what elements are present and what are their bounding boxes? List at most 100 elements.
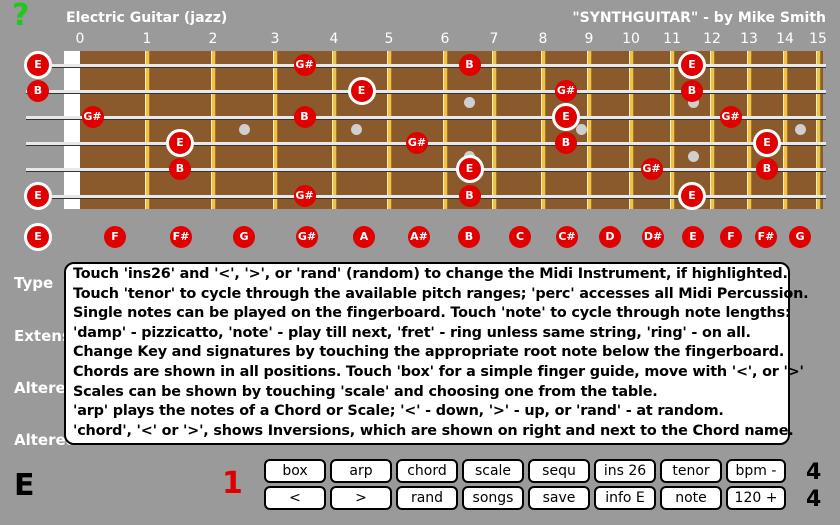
button-songs[interactable]: songs	[462, 486, 524, 510]
fret-wire	[710, 51, 715, 209]
fret-wire	[541, 51, 546, 209]
fret-wire	[629, 51, 634, 209]
note-marker[interactable]: E	[678, 51, 706, 79]
fret-number: 10	[622, 31, 640, 47]
button-chord[interactable]: chord	[396, 459, 458, 483]
note-marker[interactable]: G#	[555, 80, 577, 102]
fret-inlay	[238, 123, 250, 135]
current-key: E	[14, 468, 35, 503]
fret-number: 7	[489, 31, 499, 47]
prev-button[interactable]: <	[264, 486, 326, 510]
fret-number: 12	[703, 31, 721, 47]
note-marker[interactable]: E	[24, 182, 52, 210]
note-marker[interactable]: G#	[719, 106, 742, 128]
button-tenor[interactable]: tenor	[660, 459, 722, 483]
note-marker[interactable]: E	[552, 103, 580, 131]
note-marker[interactable]: E	[166, 129, 194, 157]
nut	[64, 51, 80, 209]
note-marker[interactable]: B	[555, 132, 577, 154]
button-arp[interactable]: arp	[330, 459, 392, 483]
key-button[interactable]: E	[24, 223, 52, 251]
note-marker[interactable]: E	[24, 51, 52, 79]
button-save[interactable]: save	[528, 486, 590, 510]
side-label: Type	[14, 274, 54, 292]
key-button[interactable]: F#	[755, 226, 777, 248]
note-marker[interactable]: B	[458, 185, 481, 207]
fret-wire	[273, 51, 278, 209]
key-button[interactable]: F#	[170, 226, 192, 248]
fret-inlay	[794, 123, 806, 135]
note-marker[interactable]: B	[458, 54, 481, 76]
fret-inlay	[350, 123, 362, 135]
note-marker[interactable]: B	[293, 106, 316, 128]
fret-inlay	[463, 96, 475, 108]
note-marker[interactable]: G#	[293, 185, 316, 207]
info-line: Touch 'tenor' to cycle through the avail…	[73, 285, 809, 302]
time-signature-bottom: 4	[806, 487, 822, 512]
note-marker[interactable]: B	[27, 80, 49, 102]
fret-wire	[816, 51, 821, 209]
key-button[interactable]: G#	[296, 226, 318, 248]
button-info-e[interactable]: info E	[594, 486, 656, 510]
note-marker[interactable]: E	[678, 182, 706, 210]
time-signature-top: 4	[806, 460, 822, 485]
button-box[interactable]: box	[264, 459, 326, 483]
note-marker[interactable]: E	[347, 77, 376, 105]
info-line: 'damp' - pizzicatto, 'note' - play till …	[73, 324, 751, 341]
guitar-string[interactable]	[26, 63, 826, 67]
fret-wire	[492, 51, 497, 209]
chord-position-number: 1	[222, 466, 243, 501]
fret-wire	[443, 51, 448, 209]
note-marker[interactable]: G#	[406, 132, 428, 154]
key-button[interactable]: C	[509, 226, 531, 248]
key-button[interactable]: D#	[642, 226, 664, 248]
button-bpm[interactable]: bpm -	[726, 459, 786, 483]
key-button[interactable]: E	[682, 226, 704, 248]
button-rand[interactable]: rand	[396, 486, 458, 510]
fret-wire	[145, 51, 150, 209]
guitar-string[interactable]	[26, 89, 826, 93]
button-120[interactable]: 120 +	[726, 486, 786, 510]
button-scale[interactable]: scale	[462, 459, 524, 483]
fret-inlay	[687, 150, 699, 162]
info-line: 'arp' plays the notes of a Chord or Scal…	[73, 403, 724, 420]
fret-wire	[783, 51, 788, 209]
key-button[interactable]: B	[458, 226, 480, 248]
note-marker[interactable]: B	[169, 158, 191, 180]
fret-wire	[387, 51, 392, 209]
button-note[interactable]: note	[660, 486, 722, 510]
key-button[interactable]: G	[789, 226, 811, 248]
note-marker[interactable]: G#	[293, 54, 316, 76]
fret-wire	[332, 51, 337, 209]
fret-wire	[747, 51, 752, 209]
key-button[interactable]: F	[720, 226, 742, 248]
note-marker[interactable]: E	[753, 129, 781, 157]
fret-number: 9	[584, 31, 594, 47]
guitar-string[interactable]	[26, 194, 826, 198]
guitar-string[interactable]	[26, 115, 826, 119]
info-line: 'chord', '<' or '>', shows Inversions, w…	[73, 422, 794, 439]
key-button[interactable]: D	[599, 226, 621, 248]
key-button[interactable]: A	[353, 226, 375, 248]
note-marker[interactable]: E	[455, 155, 484, 183]
info-line: Touch 'ins26' and '<', '>', or 'rand' (r…	[73, 266, 788, 282]
fret-number: 14	[776, 31, 794, 47]
key-button[interactable]: F	[104, 226, 126, 248]
info-panel: Touch 'ins26' and '<', '>', or 'rand' (r…	[64, 262, 809, 445]
note-marker[interactable]: G#	[640, 158, 663, 180]
note-marker[interactable]: B	[756, 158, 778, 180]
key-button[interactable]: G	[233, 226, 255, 248]
key-button[interactable]: A#	[408, 226, 430, 248]
side-label: Extens	[14, 327, 71, 345]
note-marker[interactable]: G#	[81, 106, 104, 128]
key-button[interactable]: C#	[556, 226, 578, 248]
next-button[interactable]: >	[330, 486, 392, 510]
button-ins-26[interactable]: ins 26	[594, 459, 656, 483]
fret-wire	[587, 51, 592, 209]
note-marker[interactable]: B	[681, 80, 703, 102]
button-sequ[interactable]: sequ	[528, 459, 590, 483]
help-button[interactable]: ?	[12, 0, 29, 33]
fret-number: 1	[142, 31, 152, 47]
fret-wire	[211, 51, 216, 209]
guitar-string[interactable]	[26, 167, 826, 171]
